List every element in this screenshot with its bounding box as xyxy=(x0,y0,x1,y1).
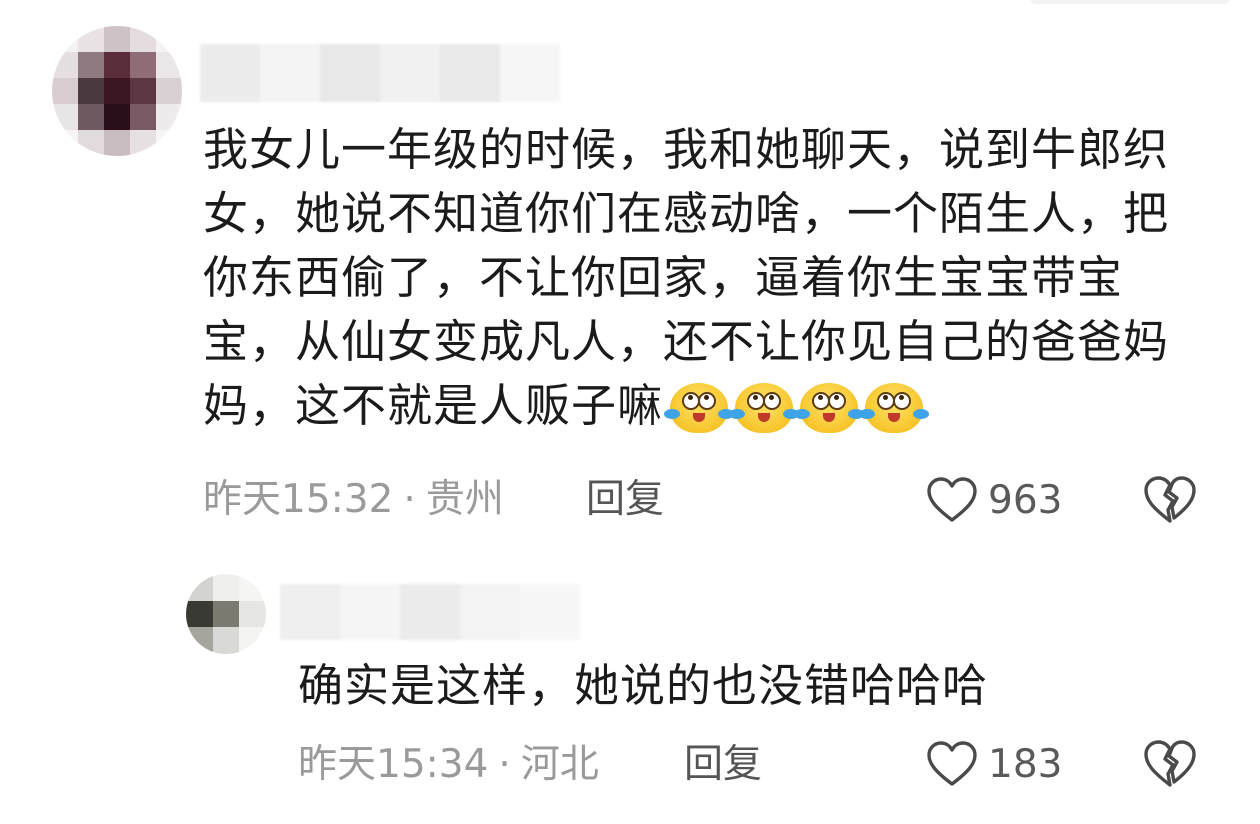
comment-time: 昨天15:32 xyxy=(203,477,394,522)
comment-item: 我女儿一年级的时候，我和她聊天，说到牛郎织女，她说不知道你们在感动啥，一个陌生人… xyxy=(0,0,1260,540)
crying-laughing-face-icon xyxy=(664,383,735,433)
like-button[interactable]: 963 xyxy=(926,472,1062,528)
comment-time: 昨天15:34 xyxy=(298,742,489,787)
crying-laughing-face-icon xyxy=(729,383,800,433)
heart-icon xyxy=(927,477,977,522)
meta-separator: · xyxy=(498,742,511,787)
reply-button[interactable]: 回复 xyxy=(586,476,664,524)
username-blurred[interactable] xyxy=(200,44,560,102)
dislike-button[interactable] xyxy=(1142,474,1198,526)
broken-heart-icon xyxy=(1144,476,1196,523)
crying-laughing-face-icon xyxy=(859,383,930,433)
comment-meta: 昨天15:32 · 贵州 xyxy=(203,476,504,524)
like-count: 183 xyxy=(988,741,1063,787)
comment-meta: 昨天15:34 · 河北 xyxy=(298,741,599,789)
crying-laughing-face-icon xyxy=(794,383,865,433)
comment-text: 确实是这样，她说的也没错哈哈哈 xyxy=(298,659,989,712)
comment-text: 我女儿一年级的时候，我和她聊天，说到牛郎织女，她说不知道你们在感动啥，一个陌生人… xyxy=(203,123,1170,433)
username-blurred[interactable] xyxy=(280,584,580,640)
meta-separator: · xyxy=(403,477,416,522)
comment-item: 确实是这样，她说的也没错哈哈哈 昨天15:34 · 河北 回复 183 xyxy=(0,560,1260,824)
reply-button[interactable]: 回复 xyxy=(684,741,762,789)
comment-location: 贵州 xyxy=(425,477,504,522)
heart-icon xyxy=(927,741,977,786)
like-button[interactable]: 183 xyxy=(926,736,1062,792)
like-count: 963 xyxy=(988,477,1063,523)
comment-location: 河北 xyxy=(520,742,599,787)
avatar[interactable] xyxy=(186,574,266,654)
avatar[interactable] xyxy=(52,26,182,156)
dislike-button[interactable] xyxy=(1142,738,1198,790)
broken-heart-icon xyxy=(1144,740,1196,787)
